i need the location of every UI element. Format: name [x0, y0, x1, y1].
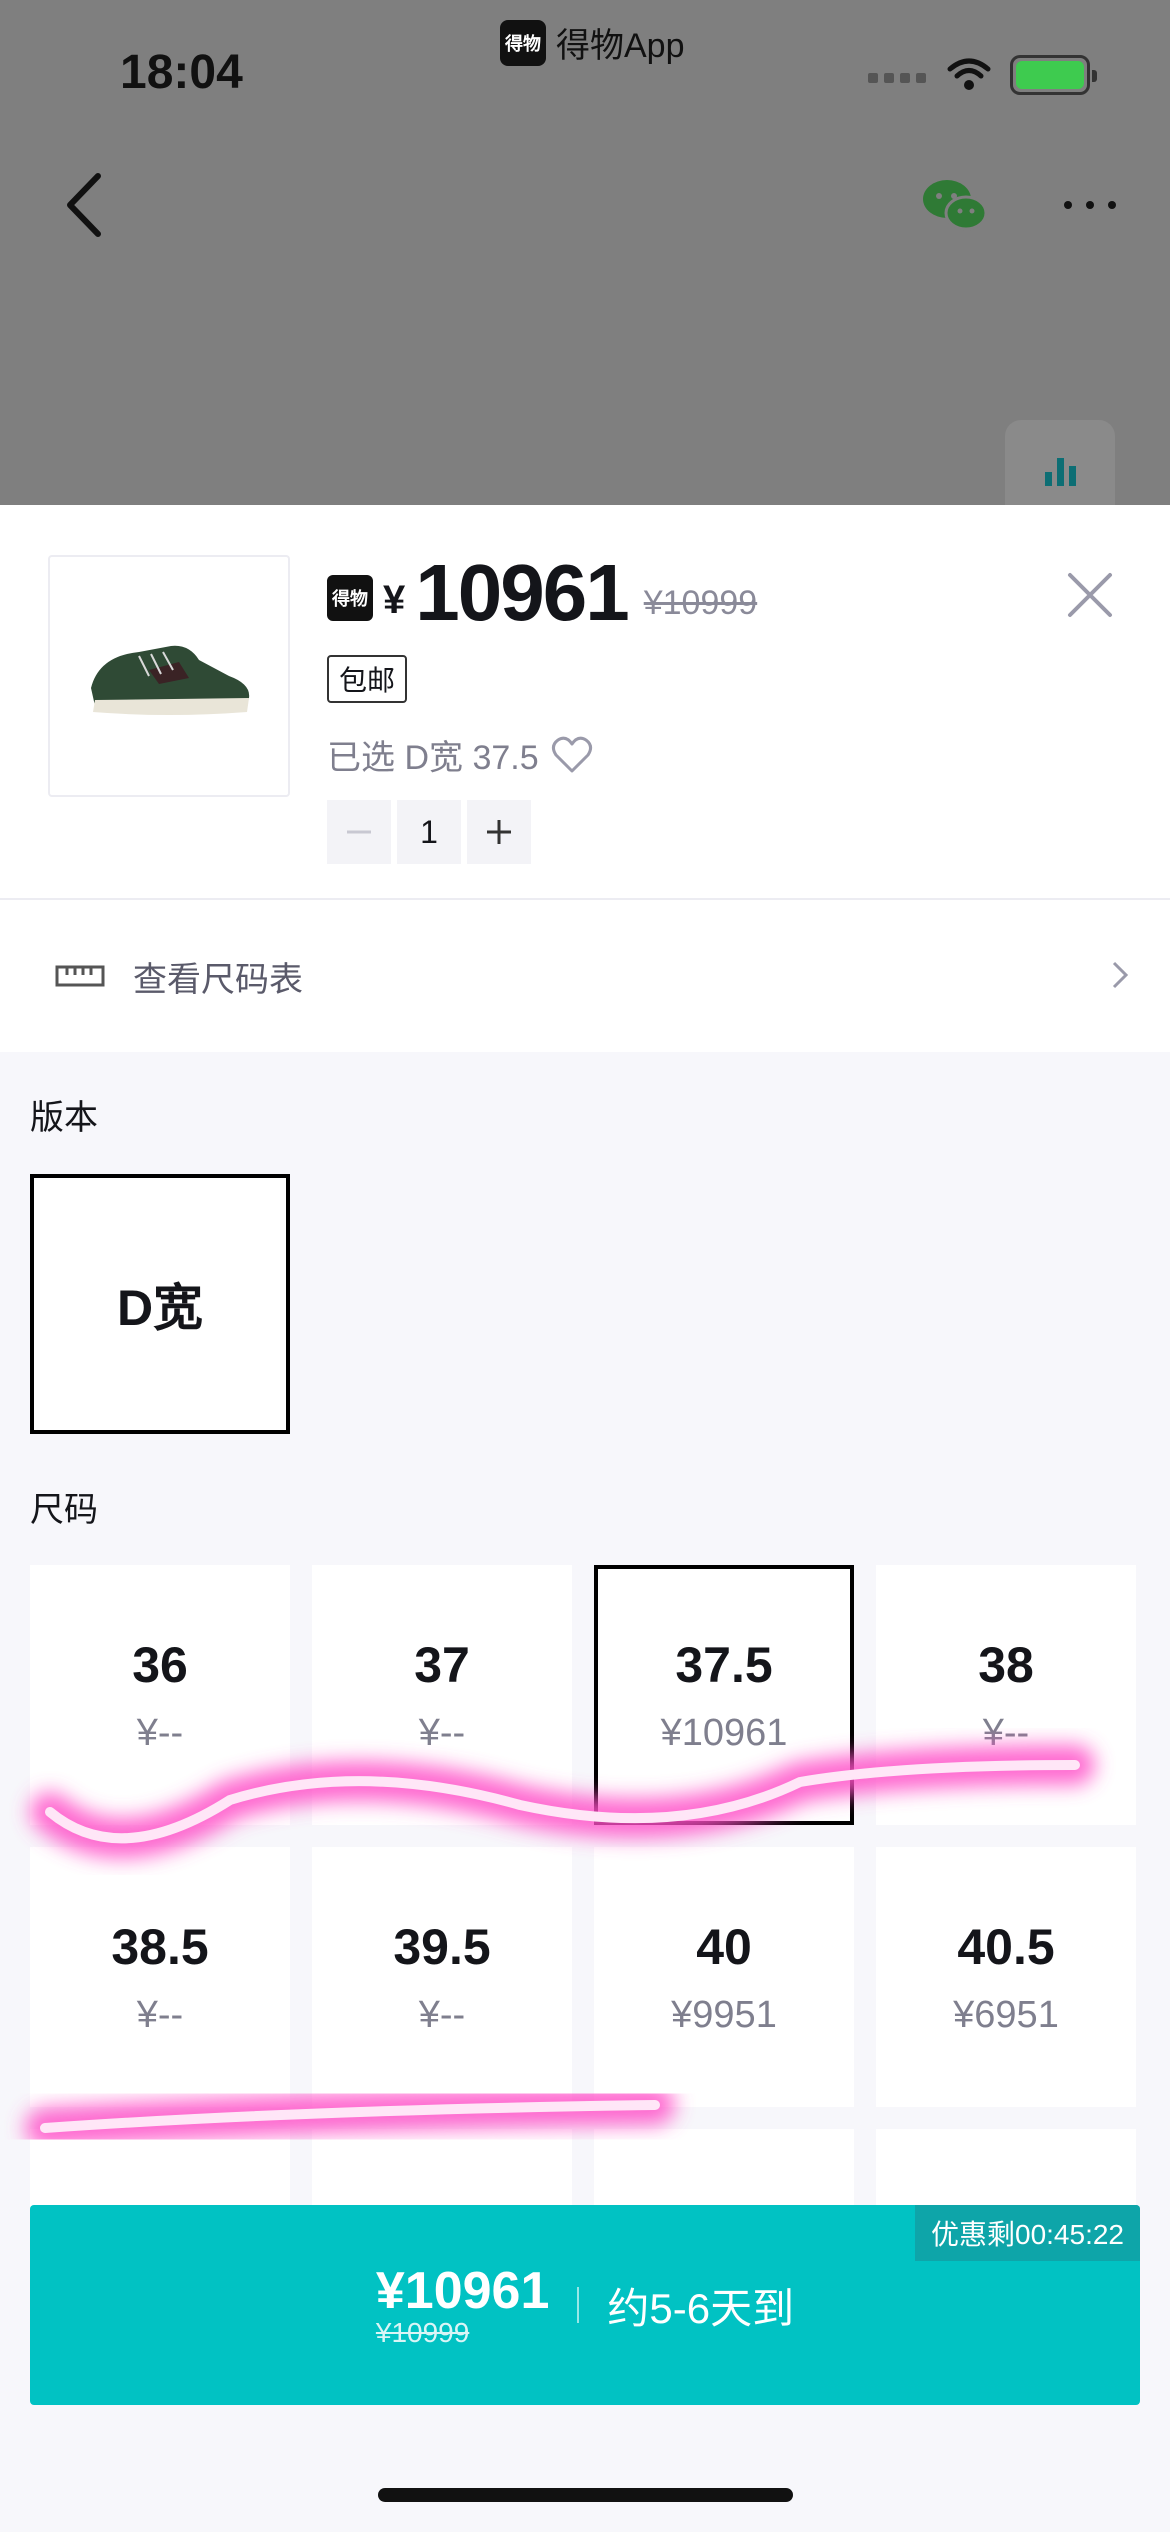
size-price: ¥-- — [982, 1711, 1030, 1754]
version-option-d-wide[interactable]: D宽 — [30, 1174, 290, 1434]
status-time: 18:04 — [120, 46, 243, 99]
close-icon[interactable] — [1060, 565, 1120, 625]
app-label: 得物App — [556, 27, 685, 65]
size-label: 38.5 — [111, 1918, 209, 1975]
size-label: 40 — [696, 1918, 752, 1975]
chevron-right-icon — [1112, 961, 1129, 989]
delivery-eta: 约5-6天到 — [607, 2284, 795, 2332]
discount-countdown: 优惠剩00:45:22 — [915, 2205, 1140, 2261]
size-option[interactable]: 40 ¥9951 — [594, 1847, 854, 2107]
current-price: 10961 — [415, 548, 629, 637]
size-price: ¥9951 — [671, 1993, 777, 2036]
buy-price-group: ¥10961 ¥10999 — [376, 2261, 550, 2349]
size-label: 37.5 — [675, 1636, 773, 1693]
wifi-icon — [947, 58, 991, 90]
back-icon[interactable] — [60, 170, 110, 240]
size-option[interactable]: 39.5 ¥-- — [312, 1847, 572, 2107]
battery-icon — [1010, 55, 1097, 95]
size-option-selected[interactable]: 37.5 ¥10961 — [594, 1565, 854, 1825]
wechat-share-icon[interactable] — [920, 175, 990, 235]
size-price: ¥-- — [136, 1993, 184, 2036]
product-thumbnail — [48, 555, 290, 797]
size-price: ¥-- — [418, 1993, 466, 2036]
buy-price: ¥10961 — [375, 2262, 550, 2320]
home-indicator — [378, 2488, 793, 2502]
bar-chart-icon — [1045, 458, 1076, 486]
heart-icon[interactable] — [551, 736, 593, 774]
brand-logo: 得物 — [327, 575, 373, 621]
size-chart-link[interactable]: 查看尺码表 — [0, 900, 1170, 1052]
app-indicator: 得物 得物App — [500, 18, 685, 67]
size-option-partial[interactable] — [312, 2129, 572, 2210]
status-icons — [868, 55, 1097, 95]
free-shipping-badge: 包邮 — [327, 655, 408, 703]
size-option-partial[interactable] — [30, 2129, 290, 2210]
size-label: 36 — [132, 1636, 188, 1693]
ruler-icon — [55, 965, 105, 987]
divider — [577, 2287, 580, 2323]
more-icon[interactable] — [1060, 190, 1120, 220]
selected-summary: 已选 D宽 37.5 — [327, 730, 593, 779]
price-trend-button[interactable] — [1005, 420, 1115, 505]
size-price: ¥10961 — [660, 1711, 788, 1754]
size-label: 39.5 — [393, 1918, 491, 1975]
currency-symbol: ¥ — [383, 578, 406, 622]
size-option[interactable]: 38.5 ¥-- — [30, 1847, 290, 2107]
decrease-button[interactable] — [327, 800, 391, 864]
size-label: 40.5 — [957, 1918, 1055, 1975]
selected-text: 已选 D宽 37.5 — [327, 739, 539, 777]
buy-button[interactable]: 优惠剩00:45:22 ¥10961 ¥10999 约5-6天到 — [30, 2205, 1140, 2405]
price-row: 得物 ¥ 10961 ¥10999 — [327, 553, 757, 633]
size-grid: 36 ¥-- 37 ¥-- 37.5 ¥10961 38 ¥-- 38.5 ¥-… — [30, 1565, 1140, 2210]
minus-icon — [347, 830, 371, 834]
size-price: ¥6951 — [953, 1993, 1059, 2036]
plus-icon — [487, 820, 511, 844]
buy-button-content: ¥10961 ¥10999 约5-6天到 — [376, 2261, 794, 2349]
increase-button[interactable] — [467, 800, 531, 864]
quantity-stepper: 1 — [327, 800, 531, 864]
size-option[interactable]: 40.5 ¥6951 — [876, 1847, 1136, 2107]
version-title: 版本 — [30, 1099, 98, 1137]
sneaker-image — [91, 645, 250, 715]
buy-original-price: ¥10999 — [375, 2317, 470, 2348]
size-chart-label: 查看尺码表 — [133, 960, 303, 999]
quantity-value[interactable]: 1 — [397, 800, 461, 864]
size-title: 尺码 — [30, 1491, 98, 1529]
product-header: 得物 ¥ 10961 ¥10999 包邮 已选 D宽 37.5 1 — [0, 505, 1170, 900]
size-price: ¥-- — [418, 1711, 466, 1754]
size-option[interactable]: 37 ¥-- — [312, 1565, 572, 1825]
signal-icon — [868, 67, 928, 83]
size-label: 37 — [414, 1636, 470, 1693]
background-page: 18:04 得物 得物App — [0, 0, 1170, 505]
size-option[interactable]: 36 ¥-- — [30, 1565, 290, 1825]
size-price: ¥-- — [136, 1711, 184, 1754]
size-option[interactable]: 38 ¥-- — [876, 1565, 1136, 1825]
original-price: ¥10999 — [643, 584, 758, 622]
app-logo: 得物 — [500, 19, 546, 66]
size-option-partial[interactable] — [594, 2129, 854, 2210]
size-option-partial[interactable] — [876, 2129, 1136, 2210]
size-label: 38 — [978, 1636, 1034, 1693]
